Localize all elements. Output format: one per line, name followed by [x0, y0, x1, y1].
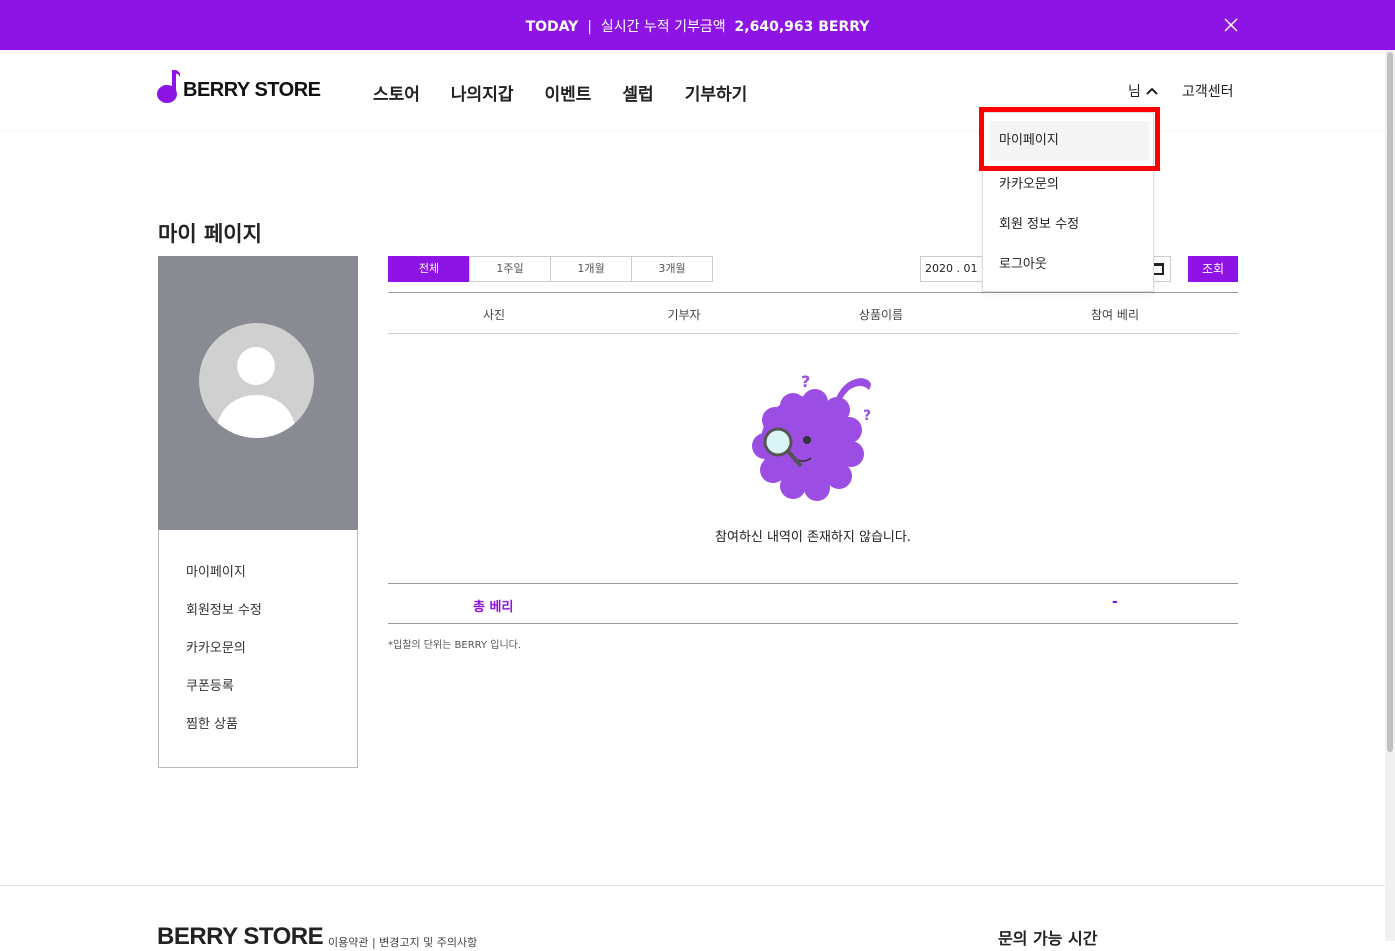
footer-hours-title: 문의 가능 시간	[998, 929, 1098, 948]
filter-1month-button[interactable]: 1개월	[550, 256, 632, 282]
total-berry-label: 총 베리	[473, 600, 514, 615]
table-header: 사진 기부자 상품이름 참여 베리	[388, 292, 1238, 334]
chevron-up-icon	[1146, 87, 1158, 95]
total-berry-value: -	[1112, 594, 1118, 610]
nav-celeb[interactable]: 셀럽	[622, 80, 653, 105]
column-product-name: 상품이름	[858, 308, 904, 322]
filter-3month-button[interactable]: 3개월	[631, 256, 713, 282]
sidebar-item-edit-profile[interactable]: 회원정보 수정	[186, 599, 357, 637]
dropdown-item-kakao-inquiry[interactable]: 카카오문의	[999, 173, 1059, 192]
berry-store-logo[interactable]: BERRY STORE	[157, 64, 321, 104]
close-icon	[1224, 18, 1238, 32]
sidebar-item-mypage[interactable]: 마이페이지	[186, 561, 357, 599]
filter-1week-button[interactable]: 1주일	[469, 256, 551, 282]
ticker-label: 실시간 누적 기부금액	[600, 19, 726, 35]
profile-card	[158, 256, 358, 530]
ticker-amount: 2,640,963 BERRY	[734, 19, 870, 35]
column-berry: 참여 베리	[1091, 308, 1139, 322]
filter-all-button[interactable]: 전체	[388, 256, 470, 282]
nav-event[interactable]: 이벤트	[544, 80, 591, 105]
total-berry-row: 총 베리 -	[388, 583, 1238, 624]
berry-mascot-searching-icon: ? ?	[752, 372, 871, 501]
berry-unit-note: *입찰의 단위는 BERRY 입니다.	[388, 640, 522, 651]
sidebar-item-kakao-inquiry[interactable]: 카카오문의	[186, 637, 357, 675]
footer-logo: BERRY STORE	[157, 923, 324, 950]
main-nav: 스토어 나의지갑 이벤트 셀럽 기부하기	[373, 80, 747, 105]
berry-note-logo-icon	[157, 68, 181, 104]
avatar-body-icon	[217, 395, 295, 438]
column-photo: 사진	[482, 308, 506, 322]
sidebar-item-wishlist[interactable]: 찜한 상품	[186, 713, 357, 751]
scrollbar-thumb[interactable]	[1387, 52, 1393, 752]
ticker-separator: |	[587, 19, 592, 35]
sidebar-menu: 마이페이지 회원정보 수정 카카오문의 쿠폰등록 찜한 상품	[158, 529, 358, 768]
svg-text:?: ?	[863, 408, 871, 424]
avatar	[199, 323, 314, 438]
user-menu-toggle[interactable]: 님	[1128, 81, 1159, 101]
nav-store[interactable]: 스토어	[373, 80, 420, 105]
empty-message: 참여하신 내역이 존재하지 않습니다.	[715, 530, 911, 545]
date-value: 2020 . 01 .	[925, 262, 985, 275]
highlight-annotation-box	[979, 107, 1160, 171]
close-banner-button[interactable]	[1222, 16, 1240, 34]
donation-ticker: TODAY | 실시간 누적 기부금액 2,640,963 BERRY	[0, 16, 1395, 36]
avatar-head-icon	[237, 347, 275, 385]
column-donor: 기부자	[667, 308, 701, 322]
logo-text: BERRY STORE	[183, 79, 321, 101]
footer-divider	[0, 885, 1385, 886]
svg-text:?: ?	[801, 372, 810, 391]
nav-donate[interactable]: 기부하기	[685, 80, 748, 105]
search-button[interactable]: 조회	[1188, 256, 1238, 282]
dropdown-item-edit-profile[interactable]: 회원 정보 수정	[999, 213, 1079, 232]
footer-links[interactable]: 이용약관 | 변경고지 및 주의사항	[328, 934, 477, 950]
period-filter: 전체 1주일 1개월 3개월	[388, 256, 713, 282]
top-banner: TODAY | 실시간 누적 기부금액 2,640,963 BERRY	[0, 0, 1395, 50]
customer-center-link[interactable]: 고객센터	[1182, 81, 1234, 101]
sidebar-item-coupon[interactable]: 쿠폰등록	[186, 675, 357, 713]
user-name-label: 님	[1128, 84, 1141, 100]
dropdown-item-logout[interactable]: 로그아웃	[999, 253, 1047, 272]
page-title: 마이 페이지	[158, 222, 262, 246]
today-label: TODAY	[525, 19, 579, 35]
nav-wallet[interactable]: 나의지갑	[451, 80, 514, 105]
site-header: BERRY STORE 스토어 나의지갑 이벤트 셀럽 기부하기 님 고객센터	[0, 50, 1385, 130]
